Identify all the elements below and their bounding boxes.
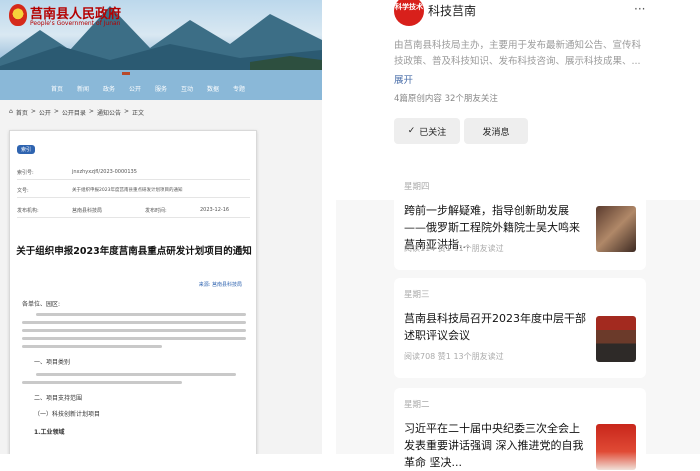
article-thumbnail	[596, 206, 636, 252]
document-source: 来源: 莒南县科技局	[198, 282, 242, 288]
expand-link[interactable]: 展开	[394, 72, 413, 86]
more-icon[interactable]: ···	[634, 2, 645, 16]
document-title: 关于组织申报2023年度莒南县重点研发计划项目的通知	[16, 246, 252, 257]
article-card[interactable]: 星期二 习近平在二十届中央纪委三次全会上发表重要讲话强调 深入推进党的自我革命 …	[394, 388, 646, 470]
index-badge: 索引	[17, 145, 36, 154]
section-heading: （一）科技创新计划项目	[34, 411, 101, 418]
text-line	[22, 321, 246, 324]
article-day: 星期二	[404, 400, 430, 410]
nav-item[interactable]: 首页	[44, 83, 70, 97]
meta-key: 发布时间:	[145, 207, 167, 214]
site-banner: 莒南县人民政府 People's Government of Junan 首页 …	[0, 0, 322, 100]
section-heading: 二、项目支持范围	[34, 395, 83, 402]
followed-button[interactable]: ✓ 已关注	[394, 118, 460, 144]
followed-label: 已关注	[419, 127, 447, 138]
nav-item[interactable]: 数据	[200, 83, 226, 97]
section-heading: 一、项目类别	[34, 359, 71, 366]
breadcrumb: ⌂ 首页 > 公开 > 公开目录 > 通知公告 > 正文	[9, 108, 145, 117]
home-icon: ⌂	[9, 108, 13, 115]
article-day: 星期四	[404, 182, 430, 192]
check-icon: ✓	[407, 126, 416, 136]
national-emblem-icon	[9, 4, 27, 26]
account-name: 科技莒南	[428, 4, 477, 18]
article-card[interactable]: 星期四 跨前一步解疑难，指导创新助发展——俄罗斯工程院外籍院士吴大鸣来莒南亚洪指…	[394, 170, 646, 270]
meta-key: 索引号:	[17, 169, 34, 176]
article-thumbnail	[596, 424, 636, 470]
article-day: 星期三	[404, 290, 430, 300]
breadcrumb-item[interactable]: 通知公告	[97, 108, 121, 117]
article-title: 莒南县科技局召开2023年度中层干部述职评议会议	[404, 312, 586, 342]
nav-item[interactable]: 互动	[174, 83, 200, 97]
nav-item[interactable]: 公开	[122, 83, 148, 97]
send-message-button[interactable]: 发消息	[464, 118, 528, 144]
article-title: 习近平在二十届中央纪委三次全会上发表重要讲话强调 深入推进党的自我革命 坚决..…	[404, 422, 584, 469]
text-line	[36, 373, 236, 376]
left-panel: 莒南县人民政府 People's Government of Junan 首页 …	[0, 0, 322, 454]
text-line	[22, 329, 246, 332]
meta-value: 关于组织申报2023年度莒南县重点研发计划项目的通知	[72, 188, 183, 193]
account-description: 由莒南县科技局主办，主要用于发布最新通知公告、宣传科技政策、普及科技知识、发布科…	[394, 40, 642, 67]
document-card: 索引 索引号: jnxzhyxzjfl/2023-0000135 文号: 关于组…	[9, 130, 257, 454]
article-card[interactable]: 星期三 莒南县科技局召开2023年度中层干部述职评议会议 阅读708 赞1 13…	[394, 278, 646, 378]
meta-key: 发布机构:	[17, 207, 39, 214]
greeting: 各单位、园区:	[22, 301, 61, 308]
account-logo: 科学技术	[394, 0, 424, 26]
text-line	[22, 345, 162, 348]
account-stats: 4篇原创内容 32个朋友关注	[394, 94, 498, 104]
wechat-account-panel: 科学技术 科技莒南 ··· 由莒南县科技局主办，主要用于发布最新通知公告、宣传科…	[336, 0, 700, 470]
text-line	[22, 381, 182, 384]
text-line	[22, 337, 246, 340]
nav-item[interactable]: 专题	[226, 83, 252, 97]
text-line	[36, 313, 246, 316]
breadcrumb-item[interactable]: 公开	[39, 108, 51, 117]
article-info: 阅读114 赞1 11个朋友读过	[404, 244, 504, 253]
breadcrumb-item: 正文	[132, 110, 145, 117]
section-heading: 1.工业领域	[34, 429, 65, 436]
article-thumbnail	[596, 316, 636, 362]
send-message-label: 发消息	[482, 127, 510, 138]
meta-key: 文号:	[17, 187, 29, 194]
meta-value: 2023-12-16	[200, 207, 230, 213]
meta-row: 索引号: jnxzhyxzjfl/2023-0000135	[17, 165, 250, 180]
meta-row: 文号: 关于组织申报2023年度莒南县重点研发计划项目的通知	[17, 183, 250, 198]
meta-value: 莒南县科技局	[72, 207, 103, 214]
nav-item[interactable]: 政务	[96, 83, 122, 97]
nav-item[interactable]: 新闻	[70, 83, 96, 97]
site-nav: 首页 新闻 政务 公开 服务 互动 数据 专题	[0, 83, 322, 97]
breadcrumb-item[interactable]: 首页	[16, 108, 28, 117]
nav-item[interactable]: 服务	[148, 83, 174, 97]
site-subtitle: People's Government of Junan	[30, 20, 121, 27]
breadcrumb-item[interactable]: 公开目录	[62, 108, 86, 117]
meta-row: 发布机构: 莒南县科技局 发布时间: 2023-12-16	[17, 203, 250, 218]
meta-value: jnxzhyxzjfl/2023-0000135	[72, 169, 137, 175]
article-info: 阅读708 赞1 13个朋友读过	[404, 352, 504, 361]
